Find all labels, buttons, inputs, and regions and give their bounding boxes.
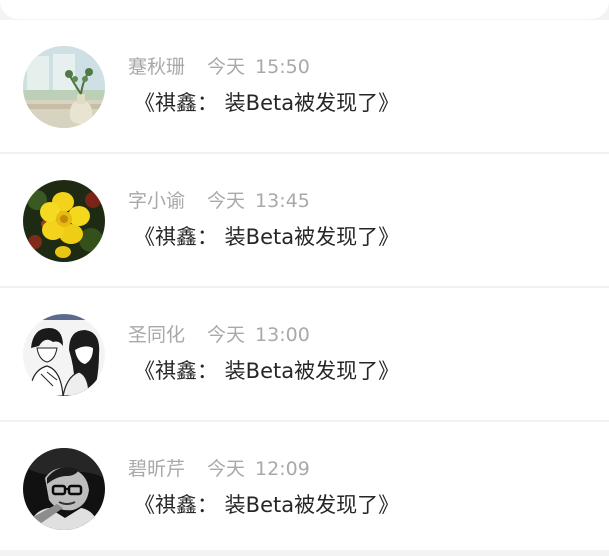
username[interactable]: 圣同化 — [128, 324, 185, 346]
vase-plant-icon[interactable] — [23, 46, 105, 128]
anime-couple-icon[interactable] — [23, 314, 105, 396]
comment-item[interactable]: 字小谕 今天 13:45 《祺鑫： 装Beta被发现了》 — [0, 154, 609, 288]
comment-text: 《祺鑫： 装Beta被发现了》 — [134, 493, 400, 517]
comment-text: 《祺鑫： 装Beta被发现了》 — [134, 91, 400, 115]
comment-time: 13:45 — [255, 190, 310, 212]
comment-time: 13:00 — [255, 324, 310, 346]
comment-time: 15:50 — [255, 56, 310, 78]
comment-meta: 字小谕 今天 13:45 — [128, 188, 310, 214]
yellow-flower-icon[interactable] — [23, 180, 105, 262]
comment-meta: 碧昕芹 今天 12:09 — [128, 456, 310, 482]
username[interactable]: 字小谕 — [128, 190, 185, 212]
username[interactable]: 碧昕芹 — [128, 458, 185, 480]
previous-card-edge — [0, 0, 609, 19]
comment-item[interactable]: 圣同化 今天 13:00 《祺鑫： 装Beta被发现了》 — [0, 288, 609, 422]
comment-time: 12:09 — [255, 458, 310, 480]
comment-date: 今天 — [207, 190, 246, 212]
comment-item[interactable]: 蹇秋珊 今天 15:50 《祺鑫： 装Beta被发现了》 — [0, 20, 609, 154]
comment-text: 《祺鑫： 装Beta被发现了》 — [134, 225, 400, 249]
comment-date: 今天 — [207, 56, 246, 78]
comment-item[interactable]: 碧昕芹 今天 12:09 《祺鑫： 装Beta被发现了》 — [0, 422, 609, 556]
comment-meta: 圣同化 今天 13:00 — [128, 322, 310, 348]
comment-date: 今天 — [207, 324, 246, 346]
comment-list: 蹇秋珊 今天 15:50 《祺鑫： 装Beta被发现了》 字小谕 今天 13:4… — [0, 20, 609, 550]
comment-meta: 蹇秋珊 今天 15:50 — [128, 54, 310, 80]
username[interactable]: 蹇秋珊 — [128, 56, 185, 78]
comment-date: 今天 — [207, 458, 246, 480]
comment-text: 《祺鑫： 装Beta被发现了》 — [134, 359, 400, 383]
bw-portrait-icon[interactable] — [23, 448, 105, 530]
